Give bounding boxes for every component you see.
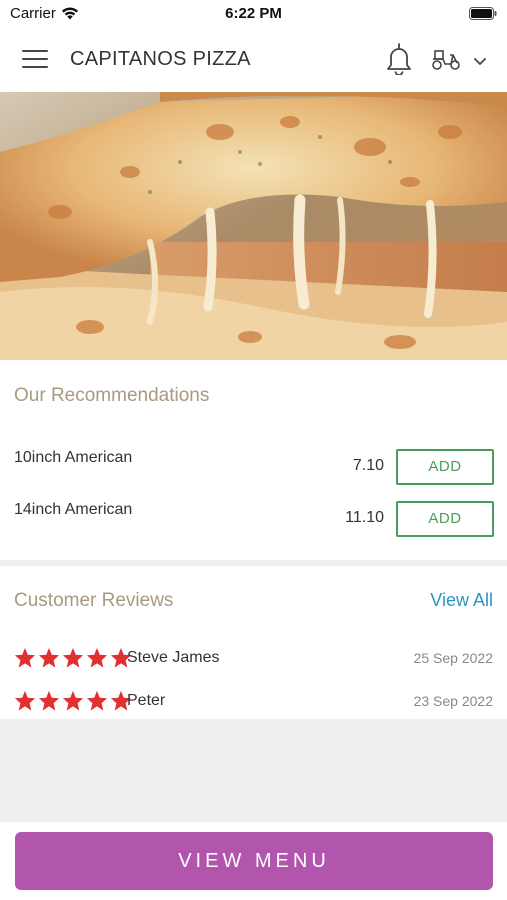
review-item: Peter 23 Sep 2022	[0, 690, 507, 716]
star-icon	[14, 690, 36, 711]
status-bar: Carrier 6:22 PM	[0, 0, 507, 28]
item-name: 14inch American	[14, 501, 133, 518]
item-name: 10inch American	[14, 449, 133, 466]
recommendations-section: Our Recommendations 10inch American 7.10…	[0, 360, 507, 560]
add-button[interactable]: ADD	[396, 449, 494, 485]
star-icon	[14, 647, 36, 668]
view-menu-button[interactable]: VIEW MENU	[15, 832, 493, 890]
recommendation-item: 14inch American 11.10 ADD	[0, 501, 507, 541]
recommendation-item: 10inch American 7.10 ADD	[0, 449, 507, 489]
battery-icon	[469, 7, 497, 25]
star-rating	[14, 647, 132, 668]
star-icon	[86, 690, 108, 711]
star-icon	[62, 647, 84, 668]
chevron-down-icon[interactable]	[473, 54, 487, 72]
star-icon	[86, 647, 108, 668]
reviews-section: Customer Reviews View All Steve James 25…	[0, 566, 507, 719]
review-item: Steve James 25 Sep 2022	[0, 647, 507, 673]
reviewer-name: Peter	[127, 692, 166, 709]
app-header: CAPITANOS PIZZA	[0, 28, 507, 92]
star-icon	[38, 647, 60, 668]
reviewer-name: Steve James	[127, 649, 220, 666]
item-price: 11.10	[345, 509, 384, 526]
review-date: 23 Sep 2022	[413, 693, 493, 709]
restaurant-title: CAPITANOS PIZZA	[70, 48, 251, 70]
hamburger-menu-icon[interactable]	[22, 50, 48, 70]
status-time: 6:22 PM	[225, 5, 282, 22]
footer: VIEW MENU	[0, 822, 507, 900]
star-rating	[14, 690, 132, 711]
scooter-icon[interactable]	[431, 47, 461, 76]
item-price: 7.10	[352, 457, 384, 474]
recommendations-title: Our Recommendations	[14, 385, 210, 406]
hero-pizza-image	[0, 92, 507, 360]
view-all-link[interactable]: View All	[430, 590, 493, 611]
review-date: 25 Sep 2022	[413, 650, 493, 666]
empty-content-area	[0, 719, 507, 822]
add-button[interactable]: ADD	[396, 501, 494, 537]
bell-icon[interactable]	[385, 43, 413, 80]
reviews-title: Customer Reviews	[14, 590, 174, 611]
star-icon	[38, 690, 60, 711]
star-icon	[62, 690, 84, 711]
